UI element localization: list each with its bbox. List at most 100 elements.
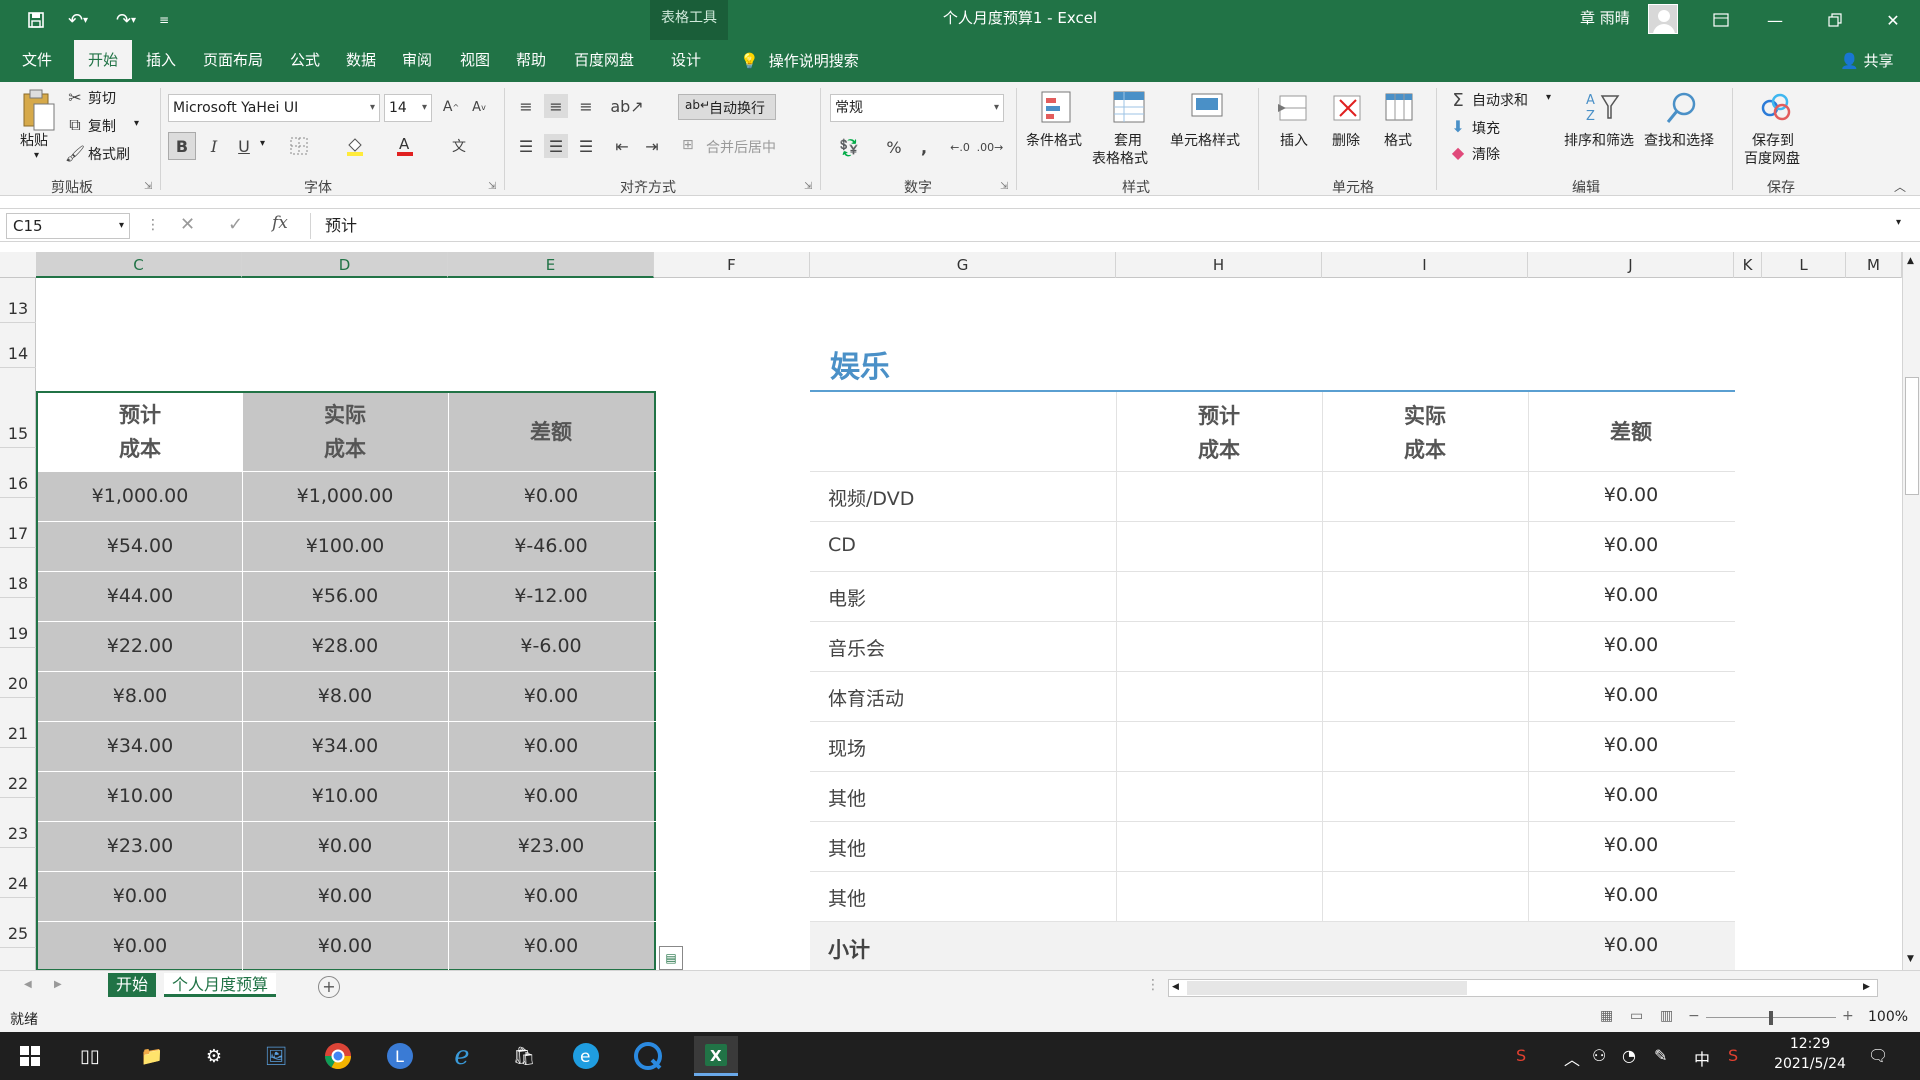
- table-cell[interactable]: ¥-12.00: [448, 571, 654, 621]
- sogou-ime-icon[interactable]: S: [1516, 1046, 1526, 1065]
- row-header-24[interactable]: 24: [0, 848, 36, 898]
- save-to-baidu-label-1[interactable]: 保存到: [1752, 130, 1794, 150]
- fill-button[interactable]: 填充: [1472, 118, 1500, 138]
- entertainment-item-diff[interactable]: ¥0.00: [1528, 684, 1734, 706]
- row-header-25[interactable]: 25: [0, 898, 36, 948]
- settings-gear-icon[interactable]: ⚙: [198, 1040, 230, 1072]
- tray-people-icon[interactable]: ⚇: [1592, 1046, 1606, 1065]
- tab-formulas[interactable]: 公式: [280, 40, 330, 82]
- bold-button[interactable]: B: [168, 132, 196, 160]
- row-header-21[interactable]: 21: [0, 698, 36, 748]
- tell-me-search[interactable]: 💡 操作说明搜索: [740, 40, 859, 82]
- vertical-scrollbar[interactable]: ▲ ▼: [1902, 252, 1920, 970]
- table-cell[interactable]: ¥0.00: [242, 871, 448, 921]
- percent-style-button[interactable]: %: [882, 134, 906, 160]
- table-cell[interactable]: ¥1,000.00: [242, 471, 448, 521]
- entertainment-header-estimated[interactable]: 预计 成本: [1116, 399, 1322, 467]
- conditional-formatting-button[interactable]: 条件格式: [1026, 130, 1082, 150]
- subtotal-label[interactable]: 小计: [828, 934, 870, 964]
- formula-input[interactable]: 预计: [310, 213, 1910, 239]
- entertainment-item-label[interactable]: 视频/DVD: [828, 484, 914, 511]
- format-as-table-icon[interactable]: [1112, 90, 1148, 126]
- format-as-table-label-2[interactable]: 表格格式: [1092, 148, 1148, 168]
- column-header-f[interactable]: F: [654, 252, 810, 278]
- table-cell[interactable]: ¥0.00: [242, 921, 448, 971]
- table-cell[interactable]: ¥100.00: [242, 521, 448, 571]
- baidu-cloud-icon[interactable]: [1758, 90, 1794, 126]
- tab-help[interactable]: 帮助: [506, 40, 556, 82]
- paste-icon[interactable]: [18, 88, 58, 134]
- zoom-in-icon[interactable]: +: [1842, 1008, 1854, 1024]
- insert-cells-button[interactable]: 插入: [1280, 130, 1308, 150]
- selected-range[interactable]: 预计 成本 实际 成本 差额 ¥1,000.00 ¥1,000.00 ¥0.00…: [36, 391, 658, 973]
- table-cell[interactable]: ¥56.00: [242, 571, 448, 621]
- clipboard-launcher-icon[interactable]: ⇲: [144, 181, 152, 192]
- comma-style-button[interactable]: ,: [912, 134, 936, 160]
- conditional-formatting-icon[interactable]: [1040, 90, 1076, 126]
- align-middle-icon[interactable]: ≡: [544, 94, 568, 118]
- file-explorer-icon[interactable]: 📁: [136, 1040, 168, 1072]
- tab-baidu-netdisk[interactable]: 百度网盘: [566, 40, 642, 82]
- entertainment-item-diff[interactable]: ¥0.00: [1528, 634, 1734, 656]
- table-cell[interactable]: ¥0.00: [38, 871, 242, 921]
- undo-icon[interactable]: ↶ ▾: [58, 6, 98, 34]
- column-header-k[interactable]: K: [1734, 252, 1762, 278]
- format-as-table-label-1[interactable]: 套用: [1114, 130, 1142, 150]
- scroll-left-icon[interactable]: ◀: [1172, 982, 1179, 992]
- horizontal-scroll-thumb[interactable]: [1187, 981, 1467, 995]
- clear-button[interactable]: 清除: [1472, 144, 1500, 164]
- tab-view[interactable]: 视图: [450, 40, 500, 82]
- page-layout-view-icon[interactable]: ▭: [1630, 1008, 1643, 1024]
- sheet-tab-start[interactable]: 开始: [108, 973, 157, 997]
- column-header-g[interactable]: G: [810, 252, 1116, 278]
- font-size-select[interactable]: 14 ▾: [384, 94, 432, 122]
- expand-formula-bar-icon[interactable]: ▾: [1896, 217, 1901, 228]
- entertainment-header-difference[interactable]: 差额: [1528, 415, 1734, 449]
- alignment-launcher-icon[interactable]: ⇲: [804, 181, 812, 192]
- user-name[interactable]: 章 雨晴: [1580, 0, 1630, 40]
- splitter-icon[interactable]: ⋮: [1146, 977, 1160, 993]
- row-header-19[interactable]: 19: [0, 598, 36, 648]
- minimize-icon[interactable]: —: [1748, 0, 1802, 40]
- table-cell[interactable]: ¥34.00: [242, 721, 448, 771]
- table-cell[interactable]: ¥0.00: [448, 771, 654, 821]
- entertainment-item-label[interactable]: 其他: [828, 784, 866, 811]
- vertical-scroll-thumb[interactable]: [1905, 377, 1919, 495]
- close-icon[interactable]: ✕: [1866, 0, 1920, 40]
- table-cell[interactable]: ¥-46.00: [448, 521, 654, 571]
- table-cell[interactable]: ¥0.00: [448, 871, 654, 921]
- italic-button[interactable]: I: [200, 132, 228, 160]
- borders-icon[interactable]: [286, 132, 312, 160]
- tab-file[interactable]: 文件: [8, 40, 66, 82]
- decrease-indent-icon[interactable]: ⇤: [610, 134, 634, 158]
- format-cells-icon[interactable]: [1382, 90, 1418, 126]
- increase-decimal-icon[interactable]: ←.0: [948, 134, 972, 160]
- clock-date[interactable]: 2021/5/24: [1766, 1056, 1854, 1072]
- row-header-16[interactable]: 16: [0, 448, 36, 498]
- chrome-icon[interactable]: [322, 1040, 354, 1072]
- task-view-icon[interactable]: ▯▯: [74, 1040, 106, 1072]
- font-color-icon[interactable]: A: [392, 132, 418, 160]
- entertainment-item-label[interactable]: CD: [828, 534, 856, 556]
- app-l-icon[interactable]: L: [384, 1040, 416, 1072]
- pen-icon[interactable]: ✎: [1654, 1046, 1667, 1065]
- add-sheet-icon[interactable]: +: [318, 976, 340, 998]
- table-cell[interactable]: ¥0.00: [448, 471, 654, 521]
- row-header-13[interactable]: 13: [0, 278, 36, 323]
- column-header-i[interactable]: I: [1322, 252, 1528, 278]
- tab-review[interactable]: 审阅: [392, 40, 442, 82]
- align-top-icon[interactable]: ≡: [514, 94, 538, 118]
- edge-icon[interactable]: e: [570, 1040, 602, 1072]
- avatar[interactable]: [1648, 4, 1678, 34]
- table-cell[interactable]: ¥28.00: [242, 621, 448, 671]
- network-icon[interactable]: ◔: [1622, 1046, 1636, 1065]
- delete-cells-icon[interactable]: [1330, 90, 1366, 126]
- entertainment-item-label[interactable]: 其他: [828, 834, 866, 861]
- internet-explorer-icon[interactable]: ℯ: [446, 1040, 478, 1072]
- column-header-h[interactable]: H: [1116, 252, 1322, 278]
- entertainment-header-actual[interactable]: 实际 成本: [1322, 399, 1528, 467]
- tab-home[interactable]: 开始: [74, 40, 132, 82]
- clock-time[interactable]: 12:29: [1770, 1036, 1850, 1052]
- cell-styles-icon[interactable]: [1190, 90, 1226, 126]
- merge-center-button[interactable]: ⊞ 合并后居中: [678, 134, 802, 160]
